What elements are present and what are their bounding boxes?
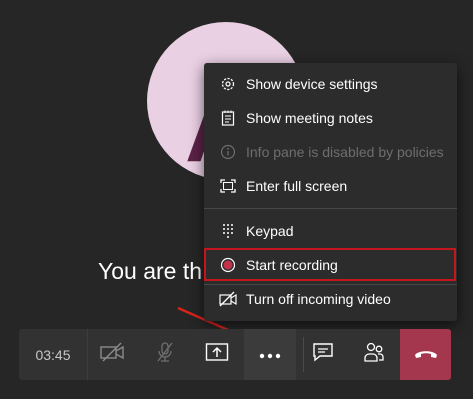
menu-item-label: Show meeting notes [246, 110, 373, 126]
participants-icon [363, 341, 385, 368]
menu-item-full-screen[interactable]: Enter full screen [204, 170, 457, 202]
menu-item-keypad[interactable]: Keypad [204, 215, 457, 247]
hang-up-button[interactable] [400, 329, 451, 380]
menu-item-label: Show device settings [246, 76, 378, 92]
chat-button[interactable] [297, 329, 349, 380]
hang-up-icon [413, 346, 439, 364]
notes-icon [218, 108, 238, 128]
fullscreen-icon [218, 176, 238, 196]
menu-item-device-settings[interactable]: Show device settings [204, 68, 457, 100]
more-actions-button[interactable] [244, 329, 296, 380]
mic-off-icon [155, 341, 175, 368]
gear-icon [218, 74, 238, 94]
mic-toggle-button[interactable] [139, 329, 191, 380]
info-icon [218, 142, 238, 162]
more-actions-menu: Show device settings Show meeting notes … [204, 63, 457, 321]
recording-highlight-box [204, 248, 456, 281]
call-toolbar: 03:45 [19, 329, 451, 380]
share-screen-button[interactable] [191, 329, 243, 380]
call-timer: 03:45 [19, 329, 88, 380]
menu-item-label: Keypad [246, 223, 294, 239]
share-screen-icon [205, 341, 229, 368]
video-off-icon [218, 289, 238, 309]
menu-item-label: Turn off incoming video [246, 291, 391, 307]
menu-item-meeting-notes[interactable]: Show meeting notes [204, 102, 457, 134]
menu-item-info-pane: Info pane is disabled by policies [204, 136, 457, 168]
chat-icon [312, 342, 334, 367]
menu-item-label: Info pane is disabled by policies [246, 144, 444, 160]
menu-divider [204, 208, 457, 209]
participants-button[interactable] [348, 329, 400, 380]
menu-item-label: Enter full screen [246, 178, 348, 194]
camera-toggle-button[interactable] [87, 329, 139, 380]
stage-status-text: You are th [98, 258, 203, 284]
menu-item-incoming-video[interactable]: Turn off incoming video [204, 283, 457, 315]
keypad-icon [218, 221, 238, 241]
more-actions-icon [259, 346, 281, 364]
camera-off-icon [100, 342, 126, 367]
